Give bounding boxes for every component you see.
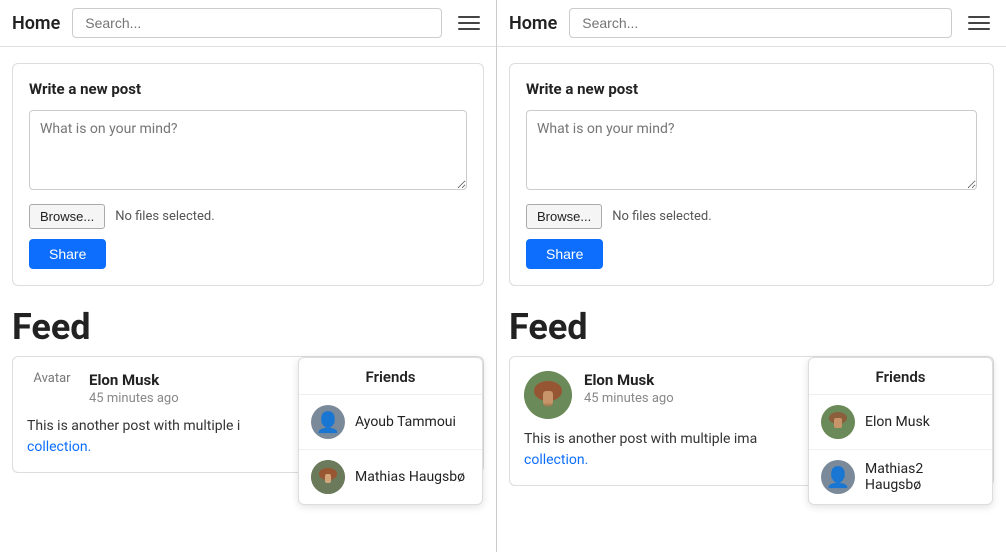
brand-right: Home xyxy=(509,13,557,34)
browse-button-left[interactable]: Browse... xyxy=(29,204,105,229)
avatar-right xyxy=(524,371,572,419)
post-card-right: Elon Musk 45 minutes ago This is another… xyxy=(509,356,994,486)
friend-avatar-right-1: 👤 xyxy=(821,460,855,494)
menu-line3-right xyxy=(968,28,990,30)
navbar-left: Home xyxy=(0,0,496,47)
friend-name-left-1: Mathias Haugsbø xyxy=(355,469,465,485)
file-row-right: Browse... No files selected. xyxy=(526,204,977,229)
person-icon-right-1: 👤 xyxy=(826,465,851,489)
menu-line1-right xyxy=(968,16,990,18)
share-button-right[interactable]: Share xyxy=(526,239,603,269)
menu-button-left[interactable] xyxy=(454,12,484,34)
navbar-right: Home xyxy=(497,0,1006,47)
person-icon-left-0: 👤 xyxy=(316,410,341,434)
file-label-right: No files selected. xyxy=(612,209,711,224)
post-link-right[interactable]: collection. xyxy=(524,452,588,468)
right-panel: Home Write a new post Browse... No files… xyxy=(497,0,1006,552)
menu-line3 xyxy=(458,28,480,30)
avatar-placeholder-left: Avatar xyxy=(27,371,77,386)
friends-dropdown-right: Friends Elon Musk 👤 Mathi xyxy=(808,357,993,505)
write-post-card-right: Write a new post Browse... No files sele… xyxy=(509,63,994,286)
friend-item-left-1[interactable]: Mathias Haugsbø xyxy=(299,450,482,504)
friends-dropdown-left: Friends 👤 Ayoub Tammoui xyxy=(298,357,483,505)
menu-line2-right xyxy=(968,22,990,24)
share-button-left[interactable]: Share xyxy=(29,239,106,269)
write-post-title-right: Write a new post xyxy=(526,80,977,98)
avatar-svg-right xyxy=(524,371,572,419)
feed-title-left: Feed xyxy=(0,302,496,356)
left-panel: Home Write a new post Browse... No files… xyxy=(0,0,497,552)
friend-avatar-left-0: 👤 xyxy=(311,405,345,439)
feed-title-right: Feed xyxy=(497,302,1006,356)
friend-name-right-0: Elon Musk xyxy=(865,414,930,430)
post-link-left[interactable]: collection. xyxy=(27,439,91,455)
friends-title-right: Friends xyxy=(809,358,992,395)
friend-item-right-0[interactable]: Elon Musk xyxy=(809,395,992,450)
menu-line2 xyxy=(458,22,480,24)
friend-name-right-1: Mathias2 Haugsbø xyxy=(865,461,980,493)
file-label-left: No files selected. xyxy=(115,209,214,224)
friend-avatar-right-0 xyxy=(821,405,855,439)
browse-button-right[interactable]: Browse... xyxy=(526,204,602,229)
post-card-left: Avatar Elon Musk 45 minutes ago This is … xyxy=(12,356,484,473)
write-post-title-left: Write a new post xyxy=(29,80,467,98)
friend-name-left-0: Ayoub Tammoui xyxy=(355,414,456,430)
friend-item-right-1[interactable]: 👤 Mathias2 Haugsbø xyxy=(809,450,992,504)
post-textarea-left[interactable] xyxy=(29,110,467,190)
brand-left: Home xyxy=(12,13,60,34)
friends-title-left: Friends xyxy=(299,358,482,395)
post-textarea-right[interactable] xyxy=(526,110,977,190)
search-input-right[interactable] xyxy=(569,8,952,38)
menu-line1 xyxy=(458,16,480,18)
elon-avatar-svg-right xyxy=(821,405,855,439)
friend-item-left-0[interactable]: 👤 Ayoub Tammoui xyxy=(299,395,482,450)
file-row-left: Browse... No files selected. xyxy=(29,204,467,229)
write-post-card-left: Write a new post Browse... No files sele… xyxy=(12,63,484,286)
search-input-left[interactable] xyxy=(72,8,442,38)
mathias-avatar-svg-left xyxy=(311,460,345,494)
friend-avatar-left-1 xyxy=(311,460,345,494)
menu-button-right[interactable] xyxy=(964,12,994,34)
